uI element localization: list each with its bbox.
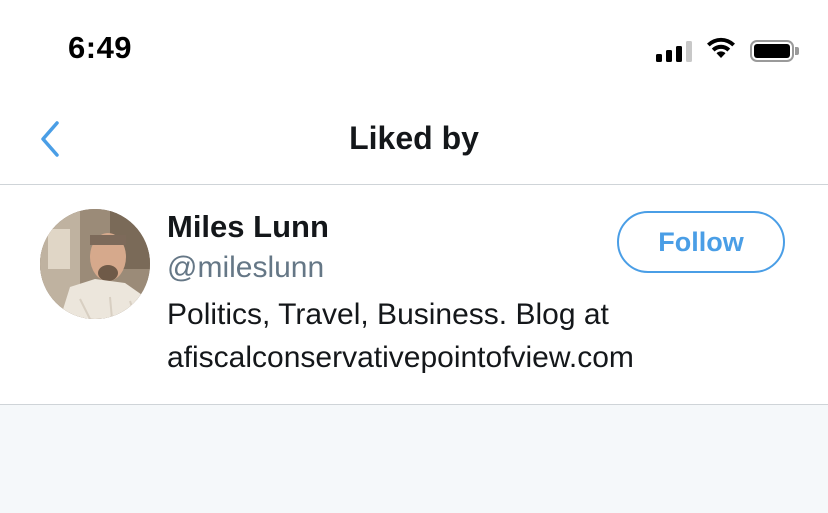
signal-bar	[666, 49, 672, 62]
signal-bar	[656, 53, 662, 62]
follow-button[interactable]: Follow	[617, 211, 785, 273]
status-time: 6:49	[68, 30, 133, 65]
battery-nub	[795, 46, 799, 55]
user-name[interactable]: Miles Lunn	[167, 209, 329, 245]
avatar[interactable]	[40, 209, 150, 319]
battery-icon	[750, 39, 799, 62]
signal-bar	[686, 40, 692, 62]
cellular-signal-icon	[656, 40, 692, 62]
page-title: Liked by	[349, 120, 479, 156]
wifi-icon	[704, 36, 738, 65]
battery-level	[754, 43, 790, 58]
user-bio: Politics, Travel, Business. Blog at afis…	[167, 298, 634, 374]
liked-by-screen: 6:49 Liked by Miles Lunn @mileslunn Poli…	[0, 0, 828, 513]
user-handle: @mileslunn	[167, 251, 325, 284]
divider	[0, 404, 828, 405]
status-icons	[656, 36, 799, 65]
user-list-item[interactable]: Miles Lunn @mileslunn Politics, Travel, …	[0, 185, 828, 404]
header-area: 6:49 Liked by	[0, 0, 828, 184]
signal-bar	[676, 45, 682, 62]
